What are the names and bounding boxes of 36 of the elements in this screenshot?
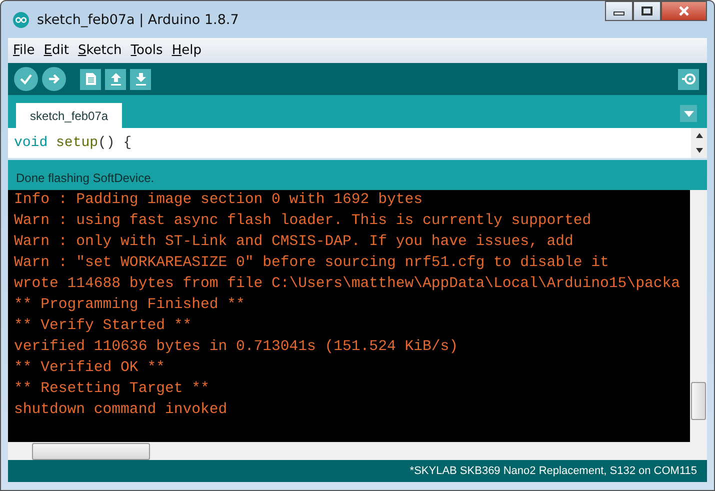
console-line: Info : Padding image section 0 with 1692 bytes	[14, 191, 424, 210]
console-line: ** Programming Finished **	[14, 296, 246, 315]
horizontal-scrollbar[interactable]	[8, 442, 707, 460]
status-message: Done flashing SoftDevice.	[8, 158, 707, 190]
close-button[interactable]	[661, 1, 707, 21]
console-line: wrote 114688 bytes from file C:\Users\matthew\AppData\Local\Arduino15\packa	[14, 275, 681, 294]
scroll-up-icon[interactable]	[696, 133, 702, 138]
console-line: shutdown command invoked	[14, 401, 228, 420]
console-line: Warn : using fast async flash loader. This is currently supported	[14, 212, 592, 231]
console-line: Warn : only with ST-Link and CMSIS-DAP. If you have issues, add	[14, 233, 574, 252]
console-line: ** Verified OK **	[14, 359, 166, 378]
down-triangle-icon	[684, 110, 694, 116]
scroll-down-icon[interactable]	[696, 148, 702, 153]
console-line: verified 110636 bytes in 0.713041s (151.524 KiB/s)	[14, 338, 459, 357]
editor-scrollbar[interactable]	[691, 128, 707, 158]
minimize-button[interactable]	[605, 1, 633, 21]
sketch-tab[interactable]: sketch_feb07a	[16, 103, 122, 128]
infinity-logo-icon	[13, 12, 29, 28]
maximize-icon	[641, 6, 653, 16]
console-line: ** Verify Started **	[14, 317, 193, 336]
menu-item[interactable]: File	[13, 43, 35, 58]
console-line: ** Resetting Target **	[14, 380, 210, 399]
window-title: sketch_feb07a | Arduino 1.8.7	[37, 12, 239, 28]
serial-monitor-magnifier-icon[interactable]	[678, 68, 699, 90]
menu-item[interactable]: Help	[172, 43, 202, 58]
board-port-label: *SKYLAB SKB369 Nano2 Replacement, S132 on COM115	[410, 465, 697, 477]
new-file-icon[interactable]	[80, 68, 101, 90]
menu-item[interactable]: Sketch	[78, 43, 122, 58]
code-line: void setup() {	[13, 135, 133, 151]
menu-item[interactable]: Tools	[130, 43, 163, 58]
console-scrollbar[interactable]	[690, 190, 707, 442]
verify-check-icon[interactable]	[14, 67, 38, 91]
close-icon	[678, 6, 690, 16]
console-line: Warn : "set WORKAREASIZE 0" before sourcing nrf51.cfg to disable it	[14, 254, 610, 273]
menu-item[interactable]: Edit	[44, 43, 69, 58]
maximize-button[interactable]	[633, 1, 661, 21]
